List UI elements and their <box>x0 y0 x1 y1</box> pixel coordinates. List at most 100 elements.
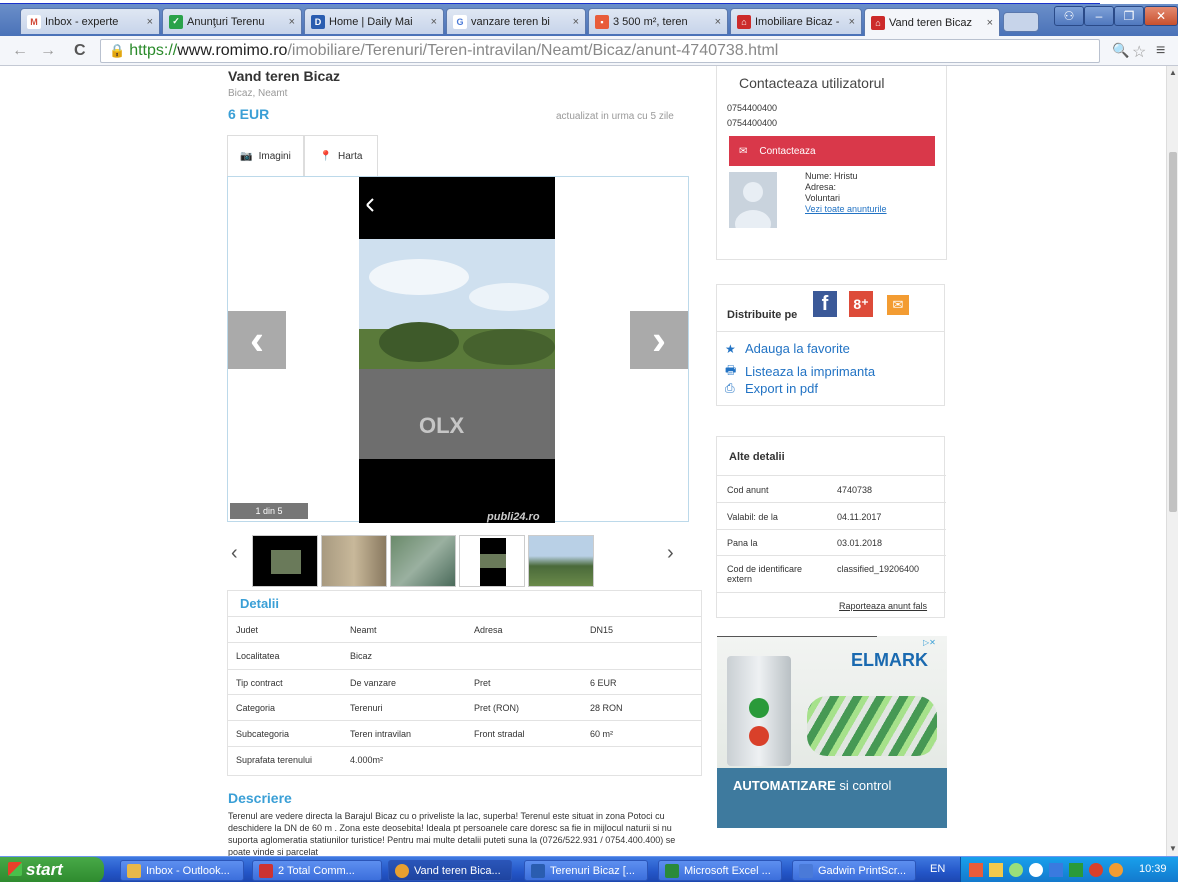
tray-app-icon[interactable] <box>1009 863 1023 877</box>
browser-tab-active[interactable]: ⌂ Vand teren Bicaz × <box>864 8 1000 36</box>
close-tab-icon[interactable]: × <box>987 17 993 29</box>
next-thumb-icon[interactable]: › <box>667 542 674 565</box>
pdf-icon: ⎙ <box>725 381 735 395</box>
export-pdf-link[interactable]: ⎙ Export in pdf <box>725 381 818 396</box>
home-icon: ⌂ <box>871 15 885 30</box>
close-tab-icon[interactable]: × <box>289 16 295 28</box>
report-link[interactable]: Raporteaza anunt fals <box>839 601 927 611</box>
dm-icon: D <box>311 14 325 29</box>
contact-panel: Contacteaza utilizatorul 0754400400 0754… <box>716 66 947 260</box>
prev-thumb-icon[interactable]: ‹ <box>231 542 238 565</box>
thumbnail-selected[interactable] <box>459 535 525 587</box>
chrome-icon <box>395 863 409 878</box>
all-ads-link[interactable]: Vezi toate anunturile <box>805 204 887 215</box>
ad-caption: AUTOMATIZARE si control <box>717 768 947 828</box>
divider <box>717 636 877 637</box>
scrollbar-thumb[interactable] <box>1169 152 1177 512</box>
close-tab-icon[interactable]: × <box>147 16 153 28</box>
table-row: Suprafata terenului 4.000m² <box>236 755 384 765</box>
user-info: Nume: Hristu Adresa: Voluntari Vezi toat… <box>805 171 887 215</box>
contact-button[interactable]: ✉ Contacteaza <box>729 136 935 166</box>
thumbnail[interactable] <box>321 535 387 587</box>
print-link[interactable]: 🖶 Listeaza la imprimanta <box>725 361 875 382</box>
close-tab-icon[interactable]: × <box>573 16 579 28</box>
browser-tab[interactable]: D Home | Daily Mai × <box>304 8 444 34</box>
close-tab-icon[interactable]: × <box>715 16 721 28</box>
browser-tab[interactable]: M Inbox - experte × <box>20 8 160 34</box>
menu-icon[interactable]: ≡ <box>1156 42 1165 60</box>
forward-icon[interactable]: → <box>40 42 56 60</box>
gmail-icon: M <box>27 14 41 29</box>
printer-icon: 🖶 <box>725 363 737 377</box>
word-icon <box>531 863 545 878</box>
table-row: Categoria Terenuri Pret (RON) 28 RON <box>228 695 701 721</box>
ad-brand: ELMARK <box>851 650 928 670</box>
phone-number[interactable]: 0754400400 <box>727 118 777 128</box>
tab-images[interactable]: 📷 Imagini <box>227 135 304 177</box>
minimize-icon[interactable]: – <box>1084 6 1114 26</box>
scroll-up-icon[interactable]: ▲ <box>1169 68 1177 77</box>
page-scrollbar[interactable]: ▲ ▼ <box>1166 66 1178 856</box>
map-pin-icon: 📍 <box>319 151 332 162</box>
windows-logo-icon <box>8 862 22 876</box>
taskbar-item-active[interactable]: Vand teren Bica... <box>388 860 512 881</box>
tray-app-icon[interactable] <box>1089 863 1103 877</box>
taskbar-item[interactable]: Terenuri Bicaz [... <box>524 860 648 881</box>
tray-app-icon[interactable] <box>969 863 983 877</box>
details-table: Detalii Judet Neamt Adresa DN15 Localita… <box>227 590 702 776</box>
table-row: Valabil: de la 04.11.2017 <box>717 503 946 530</box>
listing-title: Vand teren Bicaz <box>228 68 341 84</box>
language-indicator[interactable]: EN <box>930 863 945 875</box>
phone-number[interactable]: 0754400400 <box>727 103 777 113</box>
taskbar-item[interactable]: Microsoft Excel ... <box>658 860 782 881</box>
zoom-icon[interactable]: 🔍 <box>1112 42 1129 59</box>
back-icon[interactable]: ← <box>12 42 28 60</box>
tray-app-icon[interactable] <box>1069 863 1083 877</box>
restore-icon[interactable]: ❐ <box>1114 6 1144 26</box>
reload-icon[interactable]: C <box>74 42 86 60</box>
start-button[interactable]: start <box>0 857 104 882</box>
add-favorite-link[interactable]: ★ Adauga la favorite <box>725 341 850 356</box>
close-tab-icon[interactable]: × <box>849 16 855 28</box>
tray-app-icon[interactable] <box>1109 863 1123 877</box>
thumbnail[interactable] <box>252 535 318 587</box>
red-button-image <box>749 726 769 746</box>
taskbar-item[interactable]: Inbox - Outlook... <box>120 860 244 881</box>
taskbar-item[interactable]: 2 Total Comm... <box>252 860 382 881</box>
ad-banner[interactable]: ▷✕ ELMARK AUTOMATIZARE si control <box>717 636 947 828</box>
close-tab-icon[interactable]: × <box>431 16 437 28</box>
star-icon[interactable]: ☆ <box>1132 42 1146 62</box>
google-plus-icon[interactable]: 8⁺ <box>849 291 873 317</box>
tray-app-icon[interactable] <box>1029 863 1043 877</box>
browser-tab[interactable]: G vanzare teren bi × <box>446 8 586 34</box>
listing-price: 6 EUR <box>228 106 270 122</box>
browser-tab[interactable]: ✓ Anunţuri Terenu × <box>162 8 302 34</box>
email-icon[interactable]: ✉ <box>887 295 909 315</box>
user-icon[interactable]: ⚇ <box>1054 6 1084 26</box>
next-photo-button[interactable]: › <box>630 311 688 369</box>
photo-gallery: ‹ OLX publi24.ro › 1 din 5 <box>227 176 689 523</box>
tray-app-icon[interactable] <box>989 863 1003 877</box>
share-label: Distribuite pe <box>727 309 798 321</box>
check-icon: ✓ <box>169 14 183 29</box>
browser-tab[interactable]: ▪ 3 500 m², teren × <box>588 8 728 34</box>
scroll-down-icon[interactable]: ▼ <box>1169 844 1177 853</box>
taskbar-item[interactable]: Gadwin PrintScr... <box>792 860 916 881</box>
listing-photo[interactable]: OLX publi24.ro <box>359 177 555 523</box>
clock[interactable]: 10:39 <box>1139 863 1167 875</box>
adchoices-icon[interactable]: ▷✕ <box>923 638 936 647</box>
prev-photo-button[interactable]: ‹ <box>228 311 286 369</box>
green-button-image <box>749 698 769 718</box>
thumbnail[interactable] <box>528 535 594 587</box>
facebook-icon[interactable]: f <box>813 291 837 317</box>
tab-map[interactable]: 📍 Harta <box>304 135 378 177</box>
new-tab-button[interactable] <box>1003 12 1039 32</box>
photo-counter: 1 din 5 <box>230 503 308 519</box>
tray-app-icon[interactable] <box>1049 863 1063 877</box>
browser-tab[interactable]: ⌂ Imobiliare Bicaz - × <box>730 8 862 34</box>
other-details-panel: Alte detalii Cod anunt 4740738 Valabil: … <box>716 436 946 618</box>
close-window-icon[interactable]: ✕ <box>1144 6 1178 26</box>
home-icon: ⌂ <box>737 14 751 29</box>
address-bar[interactable]: 🔒 https:// www.romimo.ro /imobiliare/Ter… <box>100 39 1100 63</box>
thumbnail[interactable] <box>390 535 456 587</box>
